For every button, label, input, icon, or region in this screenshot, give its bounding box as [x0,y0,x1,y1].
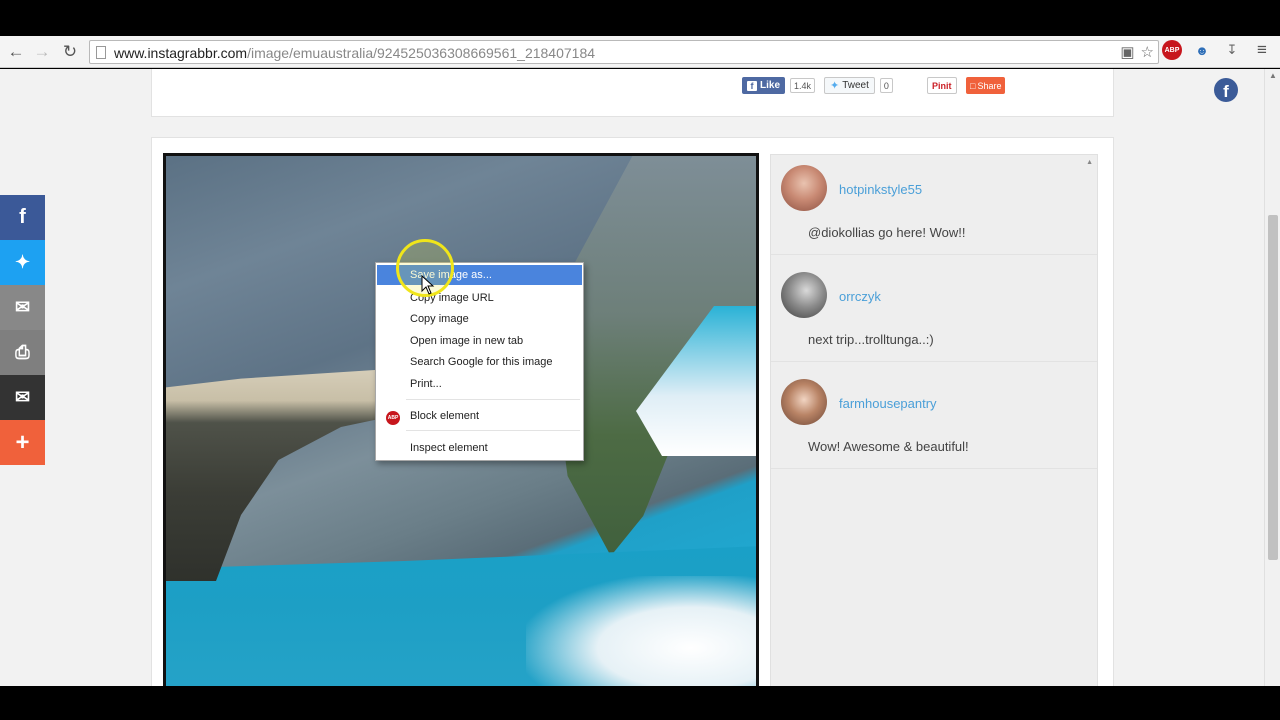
share-small-icon: □ [970,80,976,91]
forward-icon[interactable]: → [31,41,53,63]
twitter-share-icon[interactable]: ✦ [0,240,45,285]
menu-item-block-element[interactable]: ABP Block element [377,406,582,426]
adblock-icon[interactable]: ABP [1162,40,1182,60]
adblock-icon: ABP [386,411,400,425]
menu-item-open-image-new-tab[interactable]: Open image in new tab [377,331,582,351]
back-icon[interactable]: ← [5,41,27,63]
url-host: www.instagrabbr.com [114,45,248,61]
comment-item: hotpinkstyle55 @diokollias go here! Wow!… [771,155,1097,255]
page-viewport: f Like 1.4k ✦ Tweet 0 Pinit □ Share f ▲ … [0,69,1264,686]
comment-username[interactable]: orrczyk [839,289,881,304]
letterbox-bottom [0,686,1280,720]
url-text[interactable]: www.instagrabbr.com/image/emuaustralia/9… [114,45,595,61]
image-reflection [526,576,756,686]
pinit-button[interactable]: Pinit [927,77,957,94]
extension-person-icon[interactable]: ☻ [1192,40,1212,60]
page-scrollbar[interactable]: ▲ [1264,69,1280,686]
gmail-share-icon[interactable]: ✉ [0,375,45,420]
facebook-small-icon: f [747,80,757,91]
comment-text: @diokollias go here! Wow!! [808,225,966,240]
block-element-label: Block element [410,410,480,422]
tweet-count: 0 [879,78,893,93]
like-label: Like [760,80,781,91]
twitter-small-icon: ✦ [830,80,840,92]
menu-item-search-google-image[interactable]: Search Google for this image [377,352,582,372]
scroll-up-icon[interactable]: ▲ [1269,71,1277,80]
scrollbar-thumb[interactable] [1268,215,1278,560]
comment-item: farmhousepantry Wow! Awesome & beautiful… [771,369,1097,469]
mouse-cursor-icon [421,275,435,295]
menu-item-print[interactable]: Print... [377,374,582,394]
comment-text: next trip...trolltunga..:) [808,332,934,347]
tweet-widget[interactable]: ✦ Tweet 0 [824,77,893,94]
facebook-like-widget[interactable]: f Like 1.4k [742,77,816,94]
comment-username[interactable]: hotpinkstyle55 [839,182,922,197]
social-share-bar: f ✦ ✉ ⎙ ✉ + [0,195,45,465]
comment-text: Wow! Awesome & beautiful! [808,439,969,454]
plus-share-icon[interactable]: + [0,420,45,465]
facebook-share-icon[interactable]: f [0,195,45,240]
browser-toolbar: ← → ↻ www.instagrabbr.com/image/emuaustr… [0,36,1280,68]
menu-separator [406,399,580,400]
menu-separator [406,430,580,431]
facebook-like-button[interactable]: f Like [742,77,786,94]
menu-item-inspect-element[interactable]: Inspect element [377,438,582,458]
avatar[interactable] [781,379,827,425]
avatar[interactable] [781,272,827,318]
download-icon[interactable]: ↧ [1222,40,1242,60]
page-action-icon[interactable]: ▣ [1120,43,1134,61]
menu-icon[interactable]: ≡ [1252,40,1272,60]
bookmark-star-icon[interactable]: ☆ [1141,43,1154,61]
print-share-icon[interactable]: ⎙ [0,330,45,375]
comment-item: orrczyk next trip...trolltunga..:) [771,262,1097,362]
url-path: /image/emuaustralia/924525036308669561_2… [247,45,596,61]
email-share-icon[interactable]: ✉ [0,285,45,330]
tweet-label: Tweet [842,80,869,91]
video-frame: ← → ↻ www.instagrabbr.com/image/emuaustr… [0,0,1280,720]
avatar[interactable] [781,165,827,211]
share-header-card: f Like 1.4k ✦ Tweet 0 Pinit □ Share [151,69,1114,117]
like-count: 1.4k [790,78,816,93]
comment-username[interactable]: farmhousepantry [839,396,937,411]
letterbox-top [0,0,1280,36]
share-label: Share [977,80,1002,91]
context-menu: Save image as... Copy image URL Copy ima… [375,262,584,461]
comments-panel[interactable]: ▲ hotpinkstyle55 @diokollias go here! Wo… [770,154,1098,686]
menu-item-copy-image[interactable]: Copy image [377,309,582,329]
address-bar[interactable]: www.instagrabbr.com/image/emuaustralia/9… [89,40,1159,64]
page-icon [96,46,106,59]
reload-icon[interactable]: ↻ [59,41,81,63]
share-button[interactable]: □ Share [966,77,1006,94]
post-card: ▲ hotpinkstyle55 @diokollias go here! Wo… [151,137,1114,686]
facebook-floating-icon[interactable]: f [1214,78,1238,102]
tweet-button[interactable]: ✦ Tweet [824,77,875,94]
